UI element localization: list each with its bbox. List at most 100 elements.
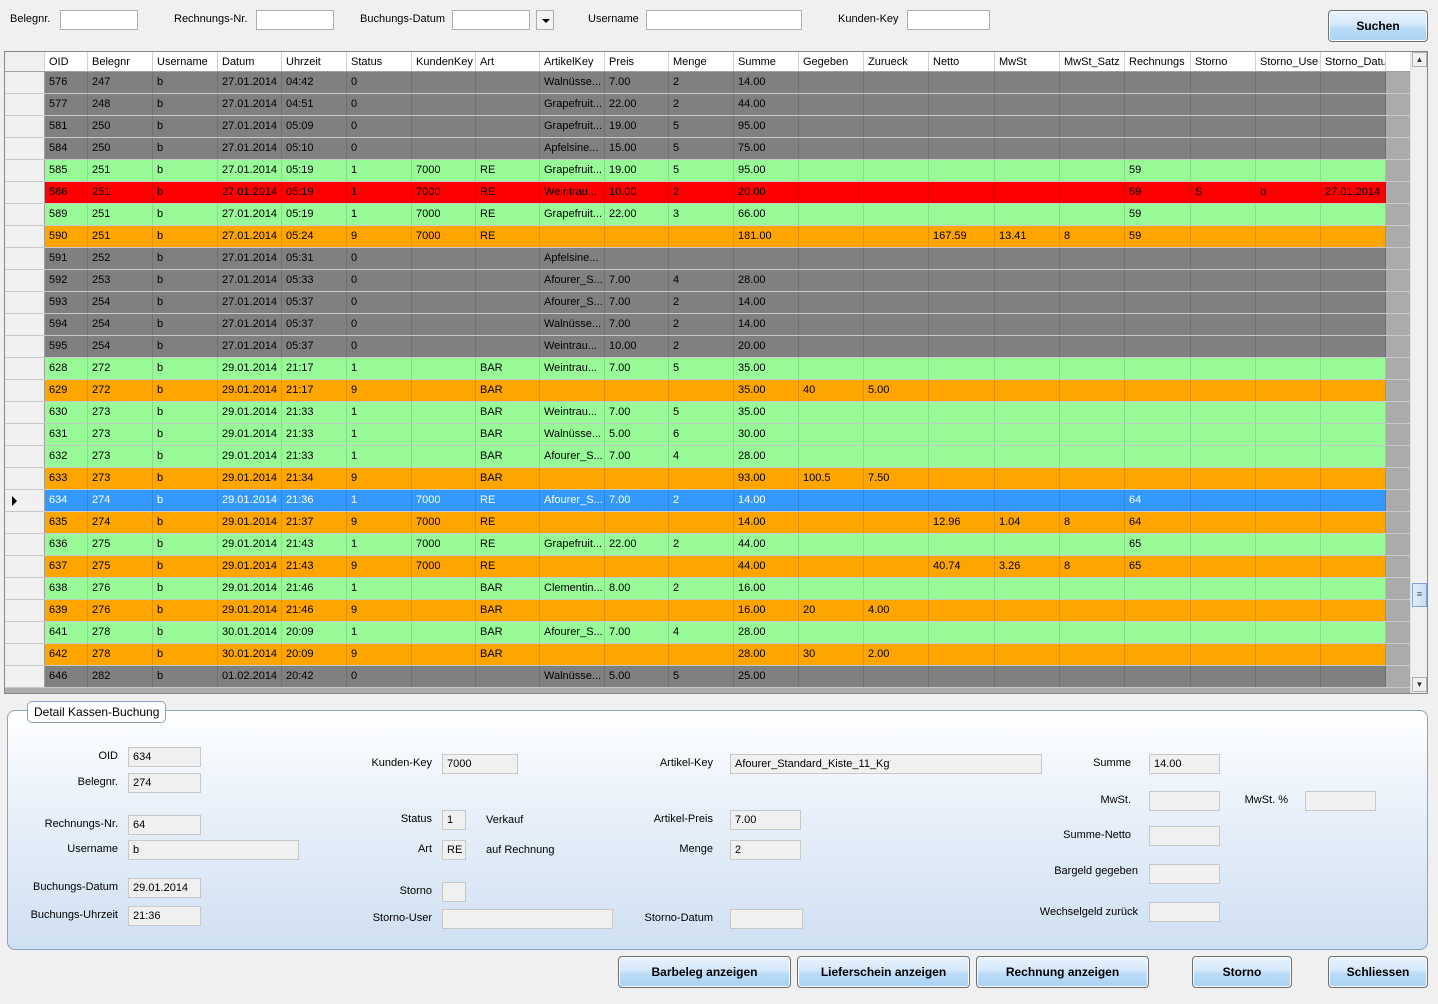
row-header[interactable]	[5, 556, 45, 577]
table-cell[interactable]: 4.00	[864, 600, 929, 621]
table-cell[interactable]: 252	[88, 248, 153, 269]
date-dropdown-icon[interactable]	[536, 10, 554, 30]
table-cell[interactable]	[1125, 358, 1191, 379]
table-cell[interactable]: 8	[1060, 556, 1125, 577]
table-cell[interactable]: b	[153, 468, 218, 489]
table-cell[interactable]: 64	[1125, 512, 1191, 533]
table-cell[interactable]: 636	[45, 534, 88, 555]
table-cell[interactable]	[1191, 160, 1256, 181]
table-cell[interactable]	[929, 270, 995, 291]
table-cell[interactable]	[1191, 116, 1256, 137]
table-cell[interactable]	[1191, 380, 1256, 401]
table-cell[interactable]: Afourer_S...	[540, 270, 605, 291]
table-cell[interactable]: 2	[669, 314, 734, 335]
table-cell[interactable]: 273	[88, 446, 153, 467]
table-cell[interactable]	[929, 468, 995, 489]
table-cell[interactable]	[864, 336, 929, 357]
table-cell[interactable]	[1321, 116, 1386, 137]
table-cell[interactable]	[412, 94, 476, 115]
row-header[interactable]	[5, 622, 45, 643]
table-cell[interactable]	[1191, 622, 1256, 643]
table-cell[interactable]: 21:43	[282, 534, 347, 555]
table-cell[interactable]	[1125, 600, 1191, 621]
table-cell[interactable]	[669, 226, 734, 247]
detail-artikelkey-field[interactable]: Afourer_Standard_Kiste_11_Kg	[730, 754, 1042, 774]
table-cell[interactable]	[929, 578, 995, 599]
table-row[interactable]: 577 248 b 27.01.2014 04:51 0 Grapefruit... 22.0…	[5, 94, 1411, 116]
table-cell[interactable]	[1191, 666, 1256, 687]
belegnr-input[interactable]	[60, 10, 138, 30]
table-cell[interactable]: 7000	[412, 182, 476, 203]
row-header[interactable]	[5, 314, 45, 335]
table-cell[interactable]: 275	[88, 534, 153, 555]
table-cell[interactable]: 247	[88, 72, 153, 93]
table-cell[interactable]	[864, 556, 929, 577]
table-cell[interactable]	[929, 138, 995, 159]
table-cell[interactable]	[1125, 336, 1191, 357]
table-cell[interactable]	[799, 292, 864, 313]
column-header[interactable]: ArtikelKey	[540, 52, 605, 71]
table-cell[interactable]	[995, 622, 1060, 643]
table-cell[interactable]	[1060, 292, 1125, 313]
table-cell[interactable]	[669, 380, 734, 401]
table-cell[interactable]: 40	[799, 380, 864, 401]
table-cell[interactable]	[412, 292, 476, 313]
table-cell[interactable]: 3.26	[995, 556, 1060, 577]
table-cell[interactable]: 272	[88, 380, 153, 401]
table-cell[interactable]	[669, 644, 734, 665]
table-cell[interactable]	[1060, 644, 1125, 665]
table-cell[interactable]: 7000	[412, 534, 476, 555]
table-cell[interactable]: b	[153, 226, 218, 247]
table-cell[interactable]	[1191, 358, 1256, 379]
table-cell[interactable]: 05:37	[282, 314, 347, 335]
table-cell[interactable]	[412, 578, 476, 599]
row-header[interactable]	[5, 204, 45, 225]
table-cell[interactable]	[864, 622, 929, 643]
column-header[interactable]: Zurueck	[864, 52, 929, 71]
table-cell[interactable]: 276	[88, 578, 153, 599]
table-cell[interactable]	[1191, 226, 1256, 247]
table-cell[interactable]: Weintrau...	[540, 336, 605, 357]
table-cell[interactable]	[1256, 468, 1321, 489]
table-cell[interactable]	[1321, 380, 1386, 401]
column-header[interactable]: Status	[347, 52, 412, 71]
table-cell[interactable]: Afourer_S...	[540, 292, 605, 313]
table-cell[interactable]: 7000	[412, 226, 476, 247]
table-cell[interactable]	[995, 358, 1060, 379]
table-cell[interactable]: b	[153, 358, 218, 379]
table-cell[interactable]	[995, 336, 1060, 357]
table-cell[interactable]	[995, 446, 1060, 467]
table-cell[interactable]: 30	[799, 644, 864, 665]
table-cell[interactable]	[540, 226, 605, 247]
table-cell[interactable]	[1256, 490, 1321, 511]
table-cell[interactable]: Grapefruit...	[540, 534, 605, 555]
table-cell[interactable]	[1256, 270, 1321, 291]
table-cell[interactable]: 585	[45, 160, 88, 181]
table-cell[interactable]	[1191, 556, 1256, 577]
table-cell[interactable]	[605, 248, 669, 269]
table-cell[interactable]: b	[153, 314, 218, 335]
table-cell[interactable]: RE	[476, 204, 540, 225]
detail-menge-field[interactable]: 2	[730, 840, 801, 860]
table-cell[interactable]: 584	[45, 138, 88, 159]
table-cell[interactable]	[1191, 600, 1256, 621]
table-cell[interactable]	[1256, 138, 1321, 159]
table-cell[interactable]: 4	[669, 270, 734, 291]
detail-wechselgeld-field[interactable]	[1149, 902, 1220, 922]
table-cell[interactable]	[1125, 248, 1191, 269]
table-cell[interactable]: 27.01.2014	[218, 116, 282, 137]
table-cell[interactable]: b	[153, 270, 218, 291]
table-cell[interactable]: 7000	[412, 512, 476, 533]
table-cell[interactable]: BAR	[476, 578, 540, 599]
table-cell[interactable]: 27.01.2014	[218, 204, 282, 225]
table-cell[interactable]: 05:09	[282, 116, 347, 137]
table-cell[interactable]: 2	[669, 94, 734, 115]
table-cell[interactable]	[540, 556, 605, 577]
table-cell[interactable]: b	[153, 578, 218, 599]
column-header[interactable]: Gegeben	[799, 52, 864, 71]
table-cell[interactable]	[1191, 204, 1256, 225]
table-cell[interactable]	[412, 138, 476, 159]
table-cell[interactable]	[1060, 446, 1125, 467]
table-cell[interactable]: 9	[347, 600, 412, 621]
table-cell[interactable]: 7000	[412, 490, 476, 511]
